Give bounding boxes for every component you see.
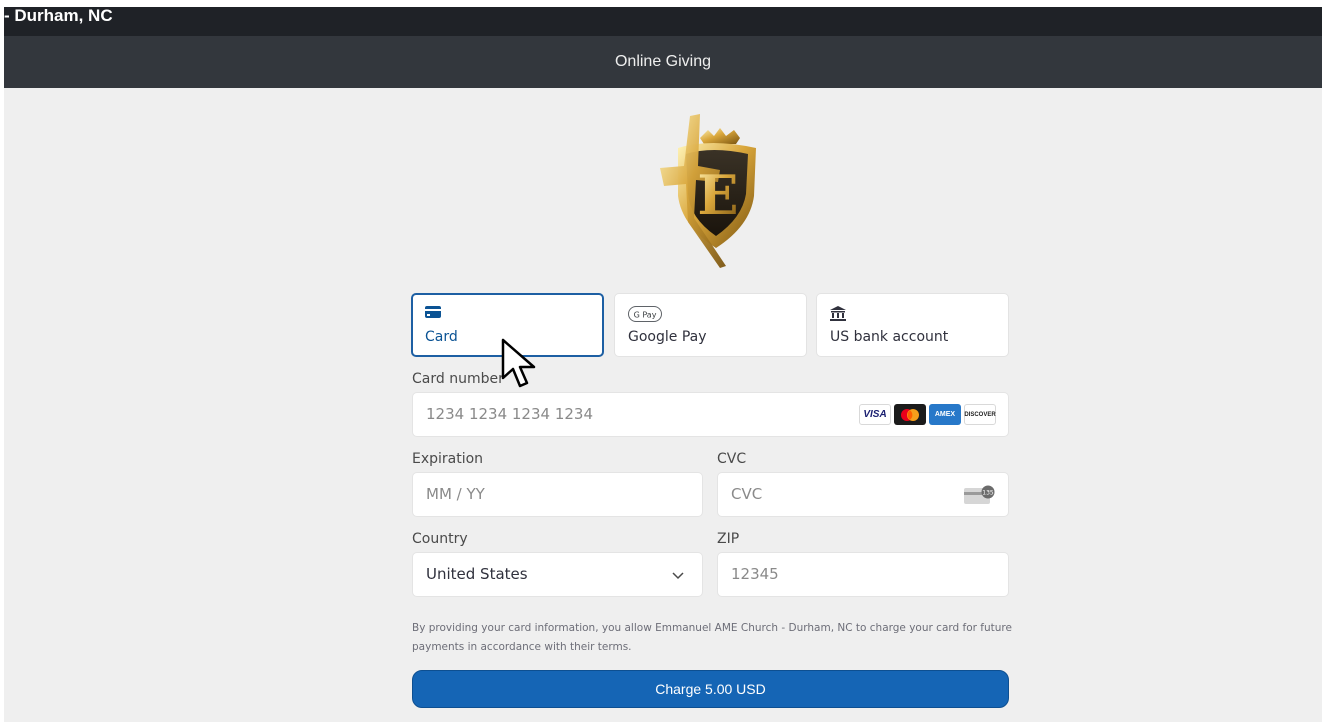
discover-icon: DISCOVER [964,404,996,425]
amex-icon: AMEX [929,404,961,425]
payment-tab-us-bank[interactable]: US bank account [816,293,1009,357]
payment-tab-label: Card [425,329,458,345]
country-value: United States [426,565,528,583]
top-strip: - Durham, NC [4,6,1322,36]
country-label: Country [412,531,468,547]
payment-tab-label: Google Pay [628,329,707,345]
zip-field[interactable] [717,552,1009,597]
cvc-card-icon: 135 [964,485,995,504]
cvc-field[interactable]: 135 [717,472,1009,517]
country-select[interactable]: United States [412,552,703,597]
bank-icon [830,306,846,321]
card-brands: VISA AMEX DISCOVER [859,404,996,425]
expiration-input[interactable] [426,485,629,503]
visa-icon: VISA [859,404,891,425]
svg-text:135: 135 [982,490,994,497]
expiration-label: Expiration [412,451,484,467]
svg-text:E: E [697,163,738,227]
svg-text:G Pay: G Pay [634,311,657,320]
google-pay-icon: G Pay [628,306,662,322]
site-title: - Durham, NC [4,6,113,25]
header-title: Online Giving [614,53,712,70]
card-number-input[interactable] [426,405,843,423]
cvc-input[interactable] [731,485,934,503]
charge-button[interactable]: Charge 5.00 USD [412,670,1009,708]
chevron-down-icon [672,572,684,580]
payment-tab-label: US bank account [830,329,949,345]
zip-input[interactable] [731,565,934,583]
expiration-field[interactable] [412,472,703,517]
header-bar: Online Giving [4,36,1322,88]
mouse-cursor-icon [501,338,536,388]
mastercard-icon [894,404,926,425]
church-logo: E [660,114,756,268]
card-number-field[interactable]: VISA AMEX DISCOVER [412,392,1009,437]
credit-card-icon [425,306,441,318]
zip-label: ZIP [717,531,740,547]
card-number-label: Card number [412,371,504,387]
cvc-label: CVC [717,451,747,467]
terms-text: By providing your card information, you … [412,622,1012,653]
payment-tab-google-pay[interactable]: G Pay Google Pay [614,293,807,357]
